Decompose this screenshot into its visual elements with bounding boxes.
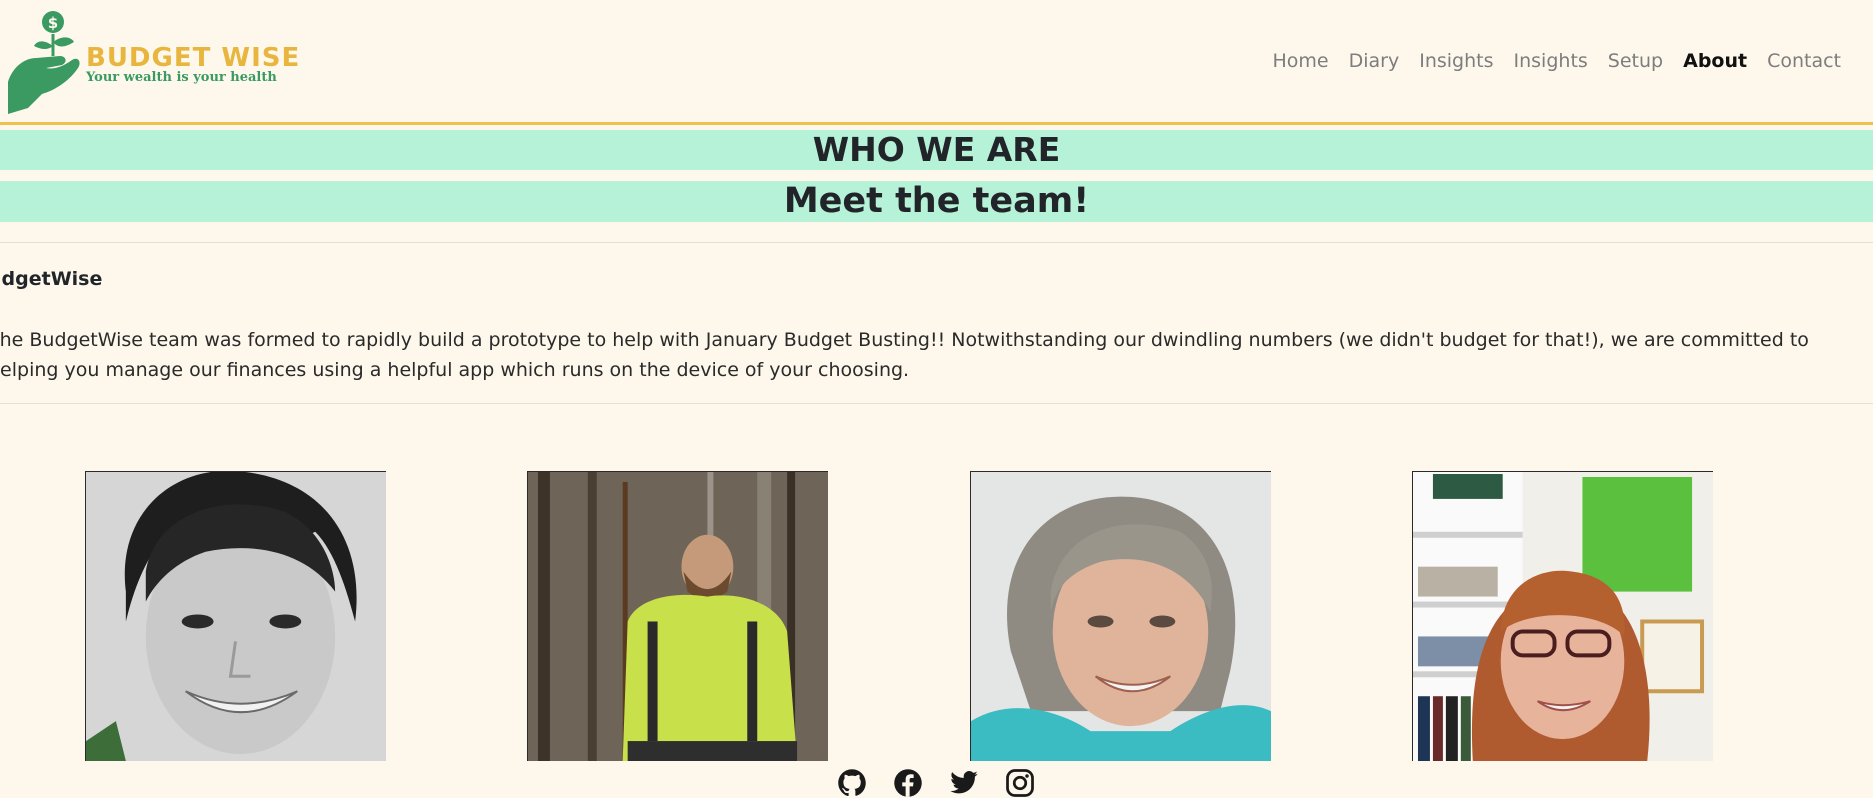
about-title: udgetWise [0, 268, 103, 290]
nav-item-insights-2[interactable]: Insights [1504, 50, 1598, 72]
brand-tagline: Your wealth is your health [86, 70, 277, 85]
svg-text:$: $ [48, 14, 58, 32]
social-links [837, 768, 1035, 798]
team-member-2-photo [527, 471, 828, 761]
team-member-3-photo [970, 471, 1271, 761]
divider [0, 242, 1873, 243]
team-member-1-photo [85, 471, 386, 761]
nav-item-home[interactable]: Home [1263, 50, 1339, 72]
nav-item-setup[interactable]: Setup [1598, 50, 1673, 72]
facebook-icon[interactable] [893, 768, 923, 798]
instagram-icon[interactable] [1005, 768, 1035, 798]
nav-item-insights[interactable]: Insights [1409, 50, 1503, 72]
hand-holding-money-sprout-icon: $ [8, 11, 80, 114]
nav-item-contact[interactable]: Contact [1757, 50, 1851, 72]
divider [0, 403, 1873, 404]
twitter-icon[interactable] [949, 768, 979, 798]
team-member-4-photo [1412, 471, 1713, 761]
about-body: The BudgetWise team was formed to rapidl… [0, 329, 1809, 381]
brand-title: BUDGET WISE [86, 43, 301, 73]
nav-item-about[interactable]: About [1673, 50, 1757, 72]
meet-team-heading: Meet the team! [0, 181, 1873, 222]
who-we-are-heading: WHO WE ARE [0, 130, 1873, 170]
navbar: $ BUDGET WISE Your wealth is your health… [0, 0, 1873, 125]
nav-item-diary[interactable]: Diary [1339, 50, 1410, 72]
nav-menu: Home Diary Insights Insights Setup About… [1263, 50, 1851, 72]
github-icon[interactable] [837, 768, 867, 798]
brand-logo[interactable]: $ BUDGET WISE Your wealth is your health [6, 8, 299, 118]
